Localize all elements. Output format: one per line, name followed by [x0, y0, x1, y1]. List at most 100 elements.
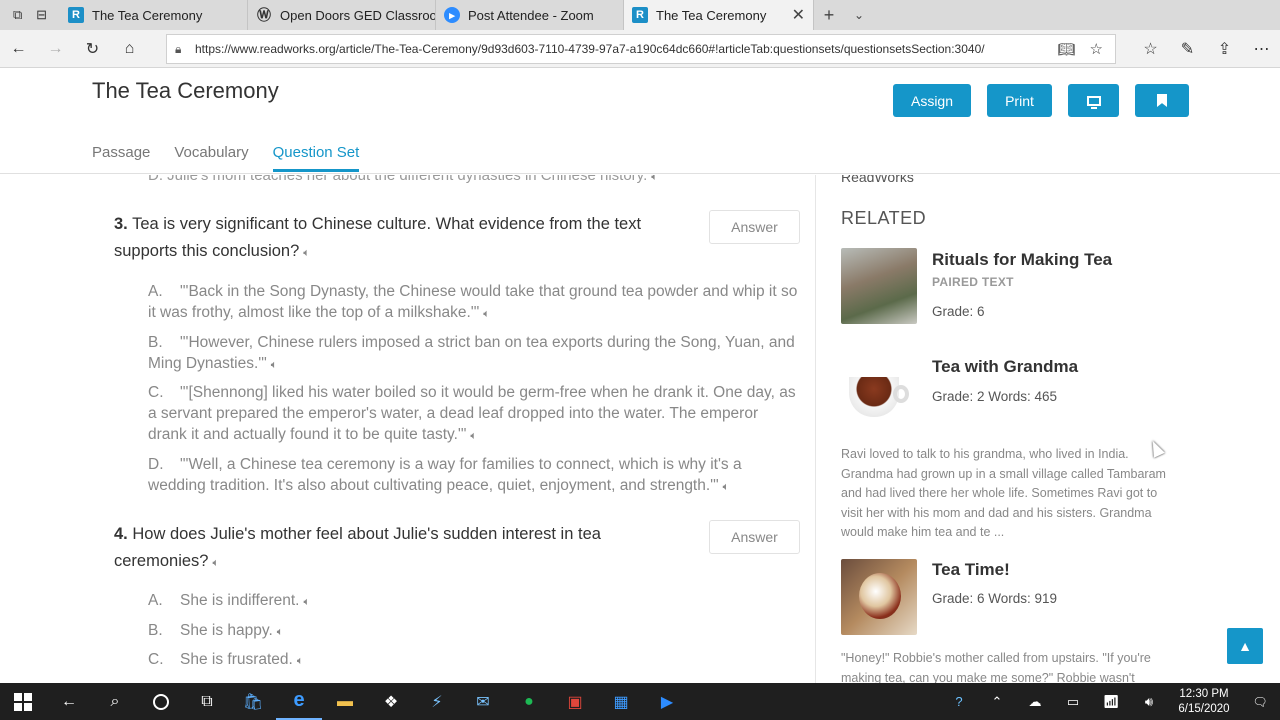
speaker-icon[interactable]: 🔈︎ — [277, 622, 284, 643]
tab-actions: ⧉ ⊟ — [0, 0, 60, 30]
reading-view-icon[interactable]: 📖︎ — [1057, 41, 1075, 58]
teacup-handle — [893, 385, 909, 403]
more-icon[interactable]: ⋯ — [1243, 30, 1280, 68]
start-button[interactable] — [0, 683, 46, 720]
set-aside-tabs-icon[interactable]: ⧉ — [13, 7, 22, 23]
pen-icon[interactable]: ✎ — [1169, 30, 1206, 68]
option-letter: B. — [148, 334, 163, 351]
clock[interactable]: 12:30 PM 6/15/2020 — [1168, 687, 1240, 717]
answer-button[interactable]: Answer — [709, 520, 800, 554]
article-thumbnail[interactable] — [841, 559, 917, 635]
speaker-icon[interactable]: 🔈︎ — [297, 651, 304, 672]
battery-icon[interactable]: ▭ — [1054, 694, 1092, 710]
speaker-icon[interactable]: 🔈︎ — [212, 550, 219, 577]
back-arrow-icon[interactable]: ← — [46, 683, 92, 720]
edge-icon[interactable]: e — [276, 683, 322, 720]
share-icon[interactable]: ⇪ — [1206, 30, 1243, 68]
answer-option[interactable]: B. "'However, Chinese rulers imposed a st… — [148, 332, 798, 376]
question-set-panel: D. Julie's mom teaches her about the dif… — [0, 175, 815, 683]
scroll-to-top-button[interactable]: ▲ — [1227, 628, 1263, 664]
file-explorer-icon[interactable]: ▬ — [322, 683, 368, 720]
spotify-icon[interactable]: ● — [506, 683, 552, 720]
cortana-icon[interactable] — [138, 683, 184, 720]
store-icon[interactable]: 🛍︎ — [230, 683, 276, 720]
close-tab-icon[interactable]: ✕ — [792, 5, 805, 25]
zoom-icon[interactable]: ▶ — [644, 683, 690, 720]
browser-tab[interactable]: Ⓦ Open Doors GED Classroom — [248, 0, 436, 30]
answer-option[interactable]: A. "'Back in the Song Dynasty, the Chines… — [148, 281, 798, 325]
browser-tab-active[interactable]: R The Tea Ceremony ✕ — [624, 0, 814, 30]
app-icon[interactable]: ⚡︎ — [414, 683, 460, 720]
article-thumbnail[interactable] — [841, 355, 917, 431]
bookmark-button[interactable] — [1135, 84, 1189, 117]
notification-icon[interactable]: 🗨︎ — [1240, 695, 1280, 709]
address-bar[interactable]: 🔒︎ https://www.readworks.org/article/The… — [166, 34, 1116, 64]
chevron-down-icon[interactable]: ⌄ — [844, 0, 874, 30]
task-view-icon[interactable]: ⧉ — [184, 683, 230, 720]
option-letter: C. — [148, 384, 164, 401]
option-text: She is frusrated. — [180, 651, 293, 668]
assign-button[interactable]: Assign — [893, 84, 971, 117]
option-text: She is indifferent. — [180, 592, 300, 609]
article-thumbnail[interactable] — [841, 248, 917, 324]
browser-tab[interactable]: ▸ Post Attendee - Zoom — [436, 0, 624, 30]
speaker-icon[interactable]: 🔈︎ — [271, 355, 278, 376]
tab-label: Open Doors GED Classroom — [280, 7, 436, 23]
favorite-star-icon[interactable]: ☆ — [1090, 40, 1103, 58]
calendar-icon[interactable]: ▦ — [598, 683, 644, 720]
tab-vocabulary[interactable]: Vocabulary — [174, 144, 248, 172]
tab-passage[interactable]: Passage — [92, 144, 150, 172]
question-4: 4. How does Julie's mother feel about Ju… — [114, 521, 694, 577]
speaker-icon[interactable]: 🔈︎ — [470, 426, 477, 447]
readworks-favicon-icon: R — [632, 7, 648, 23]
browser-tab[interactable]: R The Tea Ceremony — [60, 0, 248, 30]
chevron-up-icon[interactable]: ⌃ — [978, 694, 1016, 710]
tab-preview-icon[interactable]: ⊟ — [36, 7, 47, 23]
answer-option[interactable]: D. "'Well, a Chinese tea ceremony is a wa… — [148, 454, 798, 498]
cloud-icon[interactable]: ☁ — [1016, 694, 1054, 710]
readworks-favicon-icon: R — [68, 7, 84, 23]
answer-option[interactable]: A. She is indifferent. 🔈︎ — [148, 590, 798, 613]
volume-icon[interactable]: 🔊︎ — [1130, 694, 1168, 710]
teacup-image — [849, 377, 899, 417]
answer-option[interactable]: B. She is happy. 🔈︎ — [148, 620, 798, 643]
new-tab-icon[interactable]: + — [814, 0, 844, 30]
option-letter: C. — [148, 651, 164, 668]
paired-text-badge: PAIRED TEXT — [932, 275, 1014, 289]
search-icon[interactable]: ⌕ — [92, 683, 138, 720]
favorites-icon[interactable]: ☆ — [1132, 30, 1169, 68]
tab-question-set[interactable]: Question Set — [272, 144, 360, 172]
speaker-icon[interactable]: 🔈︎ — [651, 175, 658, 184]
forward-icon[interactable]: → — [37, 30, 74, 68]
option-text: "'Well, a Chinese tea ceremony is a way … — [148, 456, 742, 494]
browser-toolbar: ← → ↻ ⌂ 🔒︎ https://www.readworks.org/art… — [0, 30, 1280, 68]
mail-icon[interactable]: ✉ — [460, 683, 506, 720]
speaker-icon[interactable]: 🔈︎ — [303, 240, 310, 267]
answer-button[interactable]: Answer — [709, 210, 800, 244]
speaker-icon[interactable]: 🔈︎ — [483, 304, 490, 325]
answer-option[interactable]: C. She is frusrated. 🔈︎ — [148, 649, 798, 672]
related-title[interactable]: Rituals for Making Tea — [932, 250, 1112, 270]
system-tray: ? ⌃ ☁ ▭ 📶︎ 🔊︎ 12:30 PM 6/15/2020 🗨︎ — [940, 683, 1280, 720]
related-title[interactable]: Tea with Grandma — [932, 357, 1078, 377]
related-sidebar: ReadWorks RELATED Rituals for Making Tea… — [815, 175, 1280, 683]
monitor-icon — [1086, 95, 1101, 109]
option-letter: D. — [148, 456, 164, 473]
browser-tab-bar: ⧉ ⊟ R The Tea Ceremony Ⓦ Open Doors GED … — [0, 0, 1280, 30]
speaker-icon[interactable]: 🔈︎ — [723, 477, 730, 498]
speaker-icon[interactable]: 🔈︎ — [303, 592, 310, 613]
dropbox-icon[interactable]: ❖ — [368, 683, 414, 720]
print-button[interactable]: Print — [987, 84, 1052, 117]
home-icon[interactable]: ⌂ — [111, 30, 148, 68]
back-icon[interactable]: ← — [0, 30, 37, 68]
wifi-icon[interactable]: 📶︎ — [1092, 694, 1130, 710]
presentation-icon[interactable]: ▣ — [552, 683, 598, 720]
related-title[interactable]: Tea Time! — [932, 560, 1010, 580]
refresh-icon[interactable]: ↻ — [74, 30, 111, 68]
answer-option[interactable]: C. "'[Shennong] liked his water boiled so… — [148, 382, 798, 447]
page-title: The Tea Ceremony — [92, 78, 279, 103]
tab-label: Post Attendee - Zoom — [468, 7, 594, 23]
present-button[interactable] — [1068, 84, 1119, 117]
help-icon[interactable]: ? — [940, 694, 978, 709]
question-number: 4. — [114, 525, 128, 543]
